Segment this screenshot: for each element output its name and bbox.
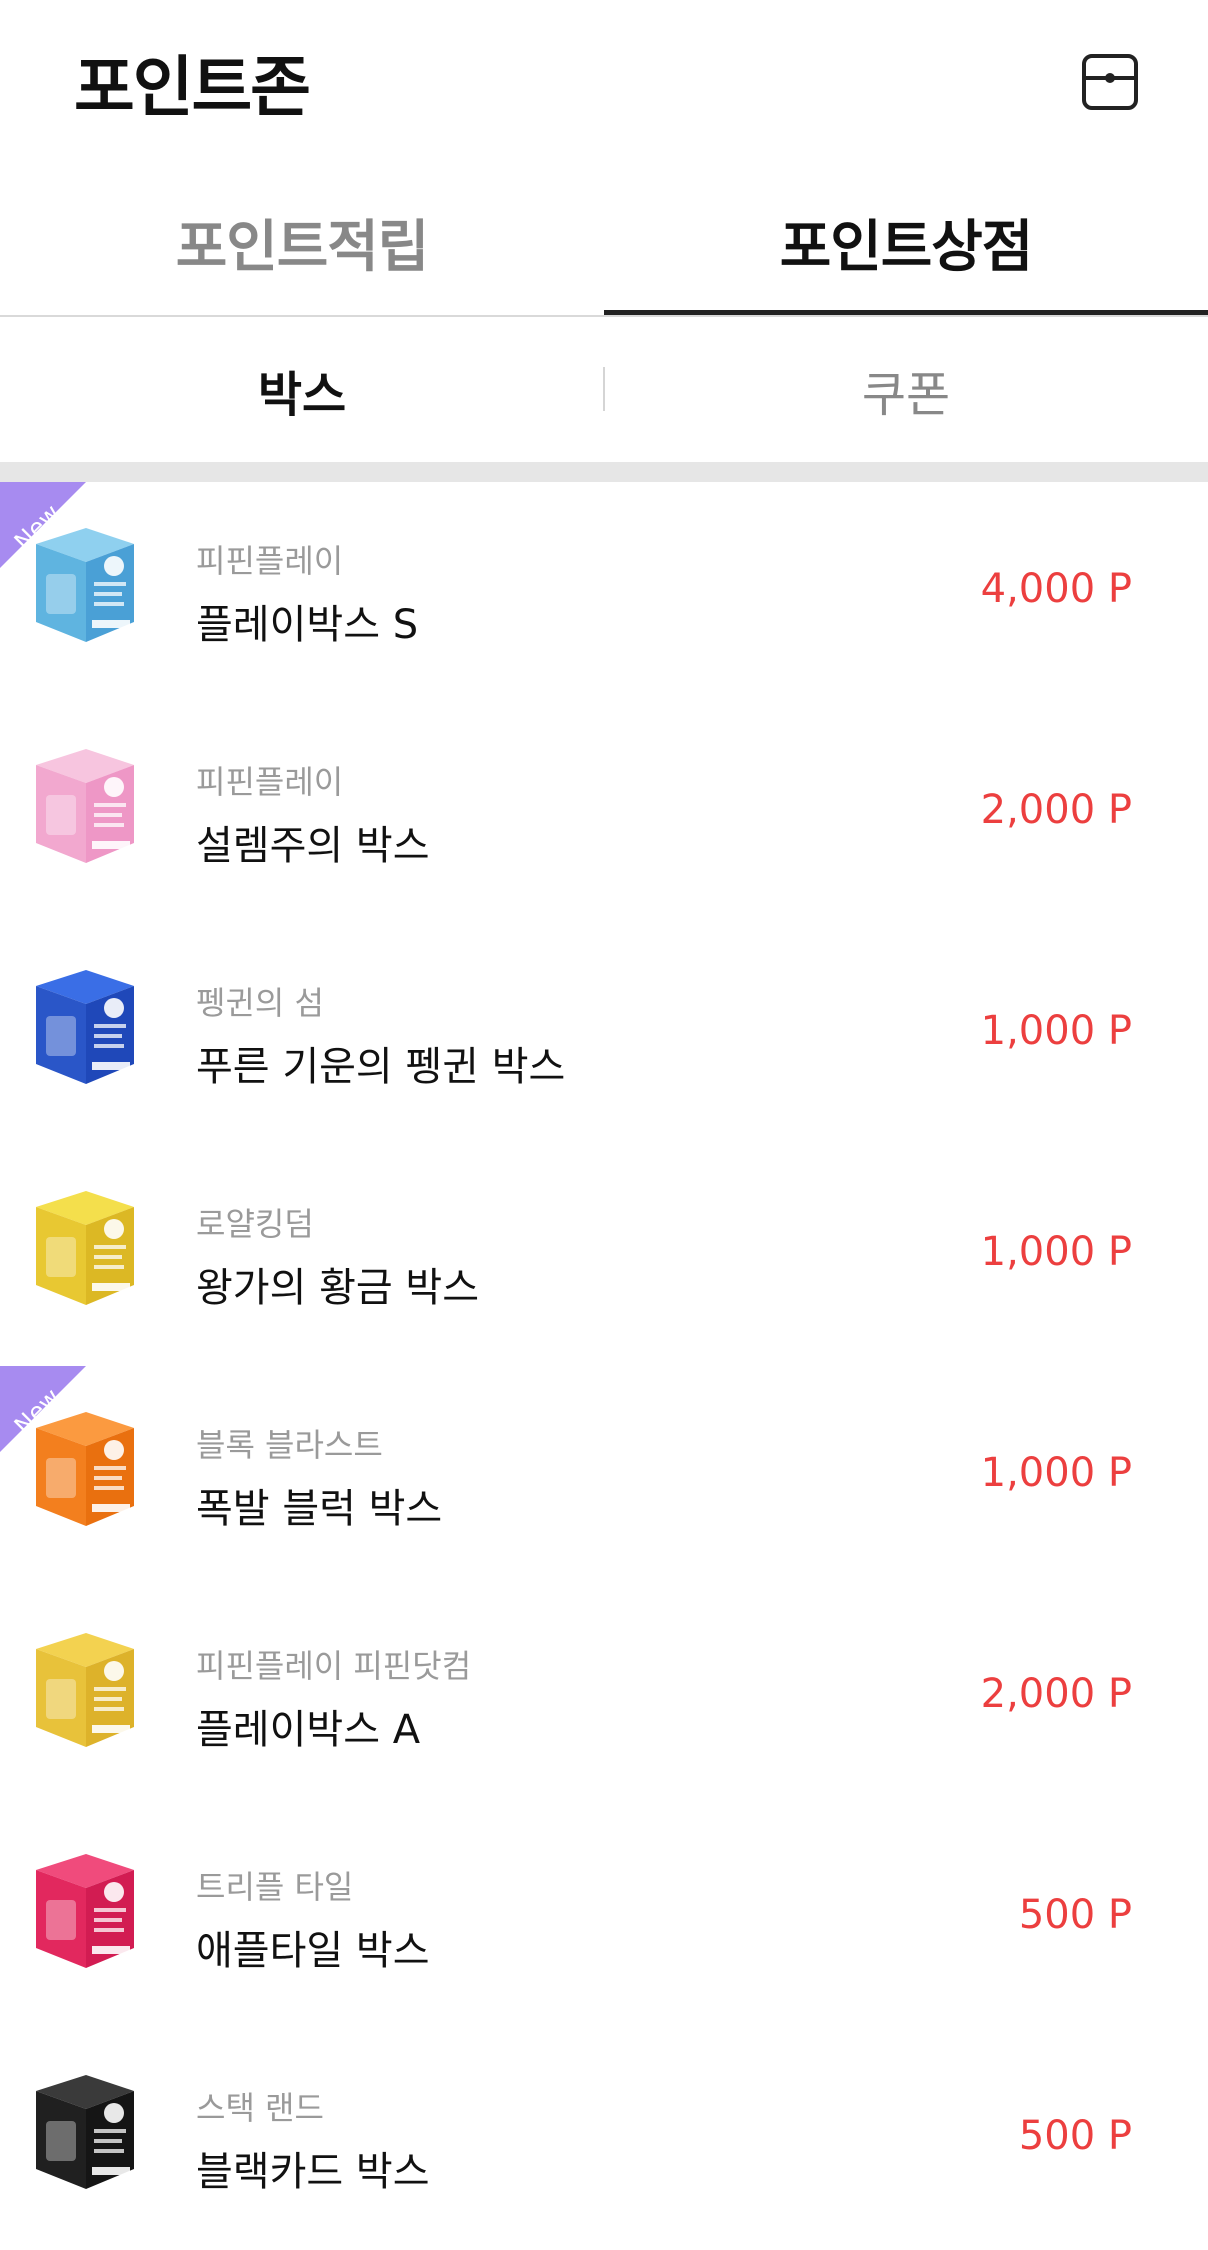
product-box-image — [0, 1609, 170, 1759]
active-tab-indicator — [604, 310, 1208, 315]
product-price: 1,000 P — [980, 1229, 1132, 1275]
product-row[interactable]: 펭귄의 섬푸른 기운의 펭귄 박스 1,000 P — [0, 924, 1208, 1145]
main-tab-bar: 포인트적립 포인트상점 — [0, 170, 1208, 317]
product-price: 1,000 P — [980, 1450, 1132, 1496]
product-box-image — [0, 1830, 170, 1980]
page-title: 포인트존 — [74, 49, 311, 126]
product-brand: 피핀플레이 피핀닷컴 — [196, 1647, 472, 1685]
sub-tab-bar: 박스 쿠폰 — [0, 317, 1208, 462]
product-row[interactable]: 로얄킹덤왕가의 황금 박스 1,000 P — [0, 1145, 1208, 1366]
product-row[interactable]: 스택 랜드블랙카드 박스 500 P — [0, 2029, 1208, 2250]
product-box-image — [0, 946, 170, 1096]
product-brand: 트리플 타일 — [196, 1868, 354, 1906]
product-row[interactable]: New 피핀플레이플레이박스 S 4,000 P — [0, 482, 1208, 703]
product-name: 설렘주의 박스 — [196, 823, 430, 869]
wallet-button[interactable] — [1080, 52, 1140, 112]
product-row[interactable]: 피핀플레이 피핀닷컴플레이박스 A 2,000 P — [0, 1587, 1208, 1808]
product-list: New 피핀플레이 플레이박스 S 4,000 P 피핀플레이 설렘주의 박스 2,000 … — [0, 482, 1208, 2250]
product-box-image — [0, 2051, 170, 2201]
product-price: 4,000 P — [980, 566, 1132, 612]
product-name: 폭발 블럭 박스 — [196, 1486, 443, 1532]
product-price: 500 P — [1018, 1892, 1132, 1938]
tab-point-earn[interactable]: 포인트적립 — [0, 170, 604, 315]
product-price: 2,000 P — [980, 787, 1132, 833]
product-brand: 블록 블라스트 — [196, 1426, 383, 1464]
wallet-icon — [1082, 54, 1138, 110]
product-name: 푸른 기운의 펭귄 박스 — [196, 1044, 566, 1090]
product-price: 2,000 P — [980, 1671, 1132, 1717]
product-name: 애플타일 박스 — [196, 1928, 430, 1974]
new-badge: New — [0, 1366, 86, 1452]
product-brand: 로얄킹덤 — [196, 1205, 314, 1243]
product-name: 플레이박스 S — [196, 602, 419, 648]
product-price: 1,000 P — [980, 1008, 1132, 1054]
header: 포인트존 — [0, 0, 1208, 170]
product-brand: 스택 랜드 — [196, 2089, 324, 2127]
product-name: 블랙카드 박스 — [196, 2149, 430, 2195]
product-brand: 피핀플레이 — [196, 763, 344, 801]
subtab-box[interactable]: 박스 — [0, 317, 604, 462]
product-name: 왕가의 황금 박스 — [196, 1265, 480, 1311]
product-box-image — [0, 725, 170, 875]
product-brand: 피핀플레이 — [196, 542, 344, 580]
product-row[interactable]: 피핀플레이설렘주의 박스 2,000 P — [0, 703, 1208, 924]
product-name: 플레이박스 A — [196, 1707, 421, 1753]
new-badge: New — [0, 482, 86, 568]
section-divider — [0, 462, 1208, 482]
product-brand: 펭귄의 섬 — [196, 984, 324, 1022]
tab-point-shop[interactable]: 포인트상점 — [604, 170, 1208, 315]
product-box-image — [0, 1167, 170, 1317]
subtab-coupon[interactable]: 쿠폰 — [604, 317, 1208, 462]
product-row[interactable]: New 블록 블라스트폭발 블럭 박스 1,000 P — [0, 1366, 1208, 1587]
product-price: 500 P — [1018, 2113, 1132, 2159]
product-row[interactable]: 트리플 타일애플타일 박스 500 P — [0, 1808, 1208, 2029]
